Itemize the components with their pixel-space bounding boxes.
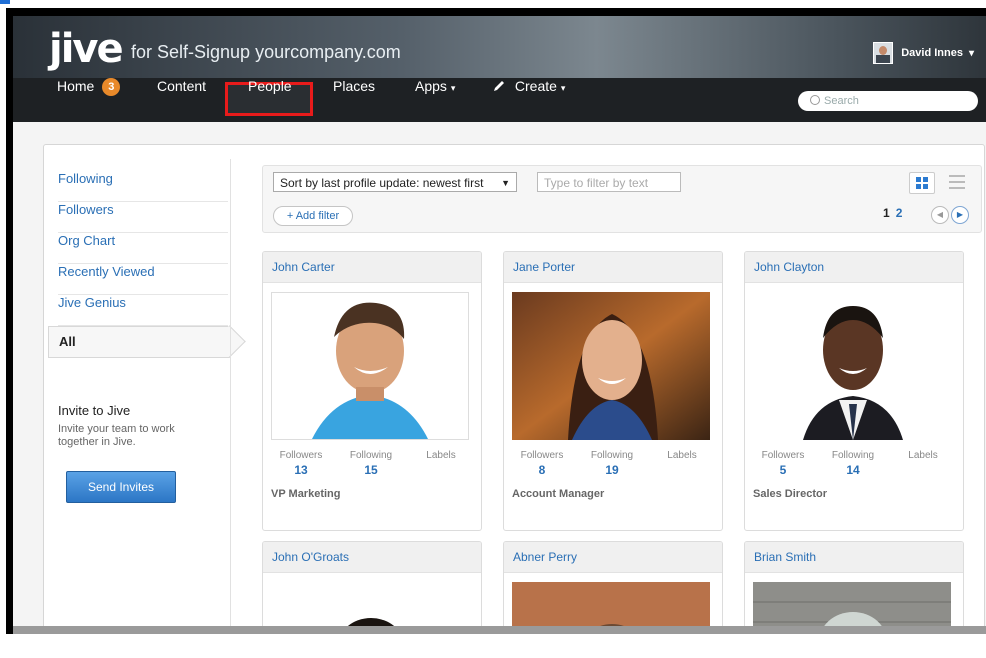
add-filter-button[interactable]: + Add filter (273, 206, 353, 226)
jive-logo[interactable]: jive (49, 26, 124, 72)
chevron-down-icon: ▾ (560, 83, 566, 93)
search-icon (810, 95, 820, 105)
followers-stat[interactable]: Followers 13 (271, 450, 331, 477)
followers-count: 5 (779, 463, 787, 477)
sidebar-item-org-chart[interactable]: Org Chart (58, 233, 228, 264)
following-count: 15 (364, 463, 378, 477)
pagination: 12 (883, 206, 902, 220)
sort-select[interactable]: Sort by last profile update: newest firs… (273, 172, 517, 192)
person-name[interactable]: John Clayton (745, 252, 963, 283)
chevron-down-icon: ▾ (450, 83, 456, 93)
people-panel: Following Followers Org Chart Recently V… (43, 144, 985, 626)
search-input[interactable]: Search (798, 91, 978, 111)
nav-places[interactable]: Places (333, 78, 375, 122)
list-view-icon[interactable] (945, 172, 969, 192)
labels-stat[interactable]: Labels (893, 450, 953, 461)
invite-title: Invite to Jive (58, 403, 131, 418)
sidebar-divider (230, 159, 231, 626)
search-placeholder: Search (824, 95, 859, 107)
person-role: VP Marketing (271, 488, 341, 500)
people-sidebar: Following Followers Org Chart Recently V… (48, 171, 230, 358)
sidebar-item-jive-genius[interactable]: Jive Genius (58, 295, 228, 326)
send-invites-button[interactable]: Send Invites (66, 471, 176, 503)
person-name[interactable]: Jane Porter (504, 252, 722, 283)
person-name[interactable]: John Carter (263, 252, 481, 283)
chevron-down-icon: ▼ (501, 178, 510, 188)
pencil-icon (493, 79, 505, 91)
following-count: 19 (605, 463, 619, 477)
filter-text-input[interactable]: Type to filter by text (537, 172, 681, 192)
header-banner: jive for Self-Signup yourcompany.com Dav… (13, 16, 986, 78)
top-strip (0, 0, 986, 8)
following-count: 14 (846, 463, 860, 477)
notification-badge: 3 (102, 78, 121, 97)
profile-photo[interactable] (753, 292, 951, 440)
person-card[interactable]: Abner Perry (503, 541, 723, 626)
profile-photo[interactable] (271, 582, 469, 626)
next-page-icon[interactable]: ▶ (951, 206, 969, 224)
labels-stat[interactable]: Labels (652, 450, 712, 461)
following-stat[interactable]: Following 15 (341, 450, 401, 477)
labels-stat[interactable]: Labels (411, 450, 471, 461)
profile-photo[interactable] (512, 292, 710, 440)
sidebar-item-followers[interactable]: Followers (58, 202, 228, 233)
nav-apps[interactable]: Apps ▾ (415, 78, 455, 122)
profile-photo[interactable] (753, 582, 951, 626)
person-role: Sales Director (753, 488, 827, 500)
person-card[interactable]: John O'Groats (262, 541, 482, 626)
user-menu[interactable]: David Innes ▾ (873, 42, 974, 64)
sidebar-item-recently-viewed[interactable]: Recently Viewed (58, 264, 228, 295)
following-stat[interactable]: Following 19 (582, 450, 642, 477)
profile-photo[interactable] (271, 292, 469, 440)
chevron-down-icon: ▾ (968, 47, 974, 59)
person-card[interactable]: John Clayton Followers 5 Following 14 Labe… (744, 251, 964, 531)
following-label: Following (349, 450, 393, 461)
nav-create[interactable]: Create ▾ (493, 78, 565, 122)
person-card[interactable]: Jane Porter Followers 8 Following 19 Label… (503, 251, 723, 531)
bottom-edge (13, 626, 986, 634)
nav-apps-label: Apps (415, 78, 447, 94)
person-name[interactable]: Abner Perry (504, 542, 722, 573)
labels-label: Labels (667, 450, 697, 461)
filter-bar: Sort by last profile update: newest firs… (262, 165, 982, 233)
user-name: David Innes (901, 47, 963, 59)
nav-content[interactable]: Content (157, 78, 206, 122)
person-name[interactable]: John O'Groats (263, 542, 481, 573)
nav-people[interactable]: People (248, 78, 292, 122)
main-nav: Home 3 Content People Places Apps ▾ Create… (13, 78, 986, 122)
person-role: Account Manager (512, 488, 605, 500)
person-name[interactable]: Brian Smith (745, 542, 963, 573)
followers-label: Followers (520, 450, 564, 461)
following-label: Following (590, 450, 634, 461)
followers-stat[interactable]: Followers 8 (512, 450, 572, 477)
page-1[interactable]: 1 (883, 206, 890, 220)
following-stat[interactable]: Following 14 (823, 450, 883, 477)
nav-create-label: Create (514, 78, 557, 94)
followers-label: Followers (279, 450, 323, 461)
profile-photo[interactable] (512, 582, 710, 626)
sidebar-item-following[interactable]: Following (58, 171, 228, 202)
top-strip-marker (0, 0, 10, 4)
site-tagline: for Self-Signup yourcompany.com (131, 42, 401, 62)
avatar (873, 42, 894, 64)
grid-view-icon[interactable] (909, 172, 935, 194)
followers-label: Followers (761, 450, 805, 461)
followers-count: 13 (294, 463, 308, 477)
person-card[interactable]: Brian Smith (744, 541, 964, 626)
followers-count: 8 (538, 463, 546, 477)
labels-label: Labels (426, 450, 456, 461)
sidebar-item-all[interactable]: All (48, 326, 230, 358)
sort-select-value: Sort by last profile update: newest firs… (280, 176, 484, 190)
page-2[interactable]: 2 (896, 206, 903, 220)
labels-label: Labels (908, 450, 938, 461)
nav-home-label: Home (57, 78, 95, 94)
app-window: jive for Self-Signup yourcompany.com Dav… (13, 16, 986, 626)
invite-description: Invite your team to work together in Jiv… (58, 423, 175, 448)
previous-page-icon[interactable]: ◀ (931, 206, 949, 224)
followers-stat[interactable]: Followers 5 (753, 450, 813, 477)
nav-home[interactable]: Home 3 (57, 78, 121, 122)
person-card[interactable]: John Carter Followers 13 Following 15 Labe… (262, 251, 482, 531)
following-label: Following (831, 450, 875, 461)
